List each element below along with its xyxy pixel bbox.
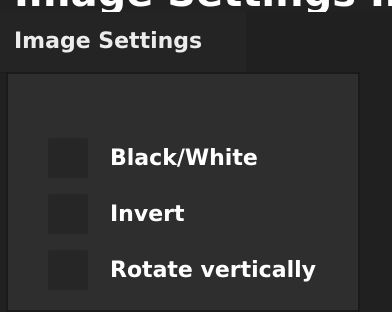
cropped-title-text: Image Settings Image Settings <box>14 0 392 12</box>
option-rotate-vertically[interactable]: Rotate vertically <box>48 242 316 298</box>
tab-label: Image Settings <box>14 29 203 54</box>
option-black-white[interactable]: Black/White <box>48 130 316 186</box>
rotate-vertically-checkbox[interactable] <box>48 250 88 290</box>
tab-image-settings[interactable]: Image Settings <box>0 12 246 72</box>
option-invert[interactable]: Invert <box>48 186 316 242</box>
rotate-vertically-label: Rotate vertically <box>110 257 316 283</box>
invert-label: Invert <box>110 201 185 227</box>
black-white-checkbox[interactable] <box>48 138 88 178</box>
black-white-label: Black/White <box>110 145 258 171</box>
invert-checkbox[interactable] <box>48 194 88 234</box>
options-list: Black/White Invert Rotate vertically <box>48 130 316 298</box>
image-settings-panel: Black/White Invert Rotate vertically <box>6 72 360 312</box>
cropped-title-banner: Image Settings Image Settings <box>0 0 392 12</box>
